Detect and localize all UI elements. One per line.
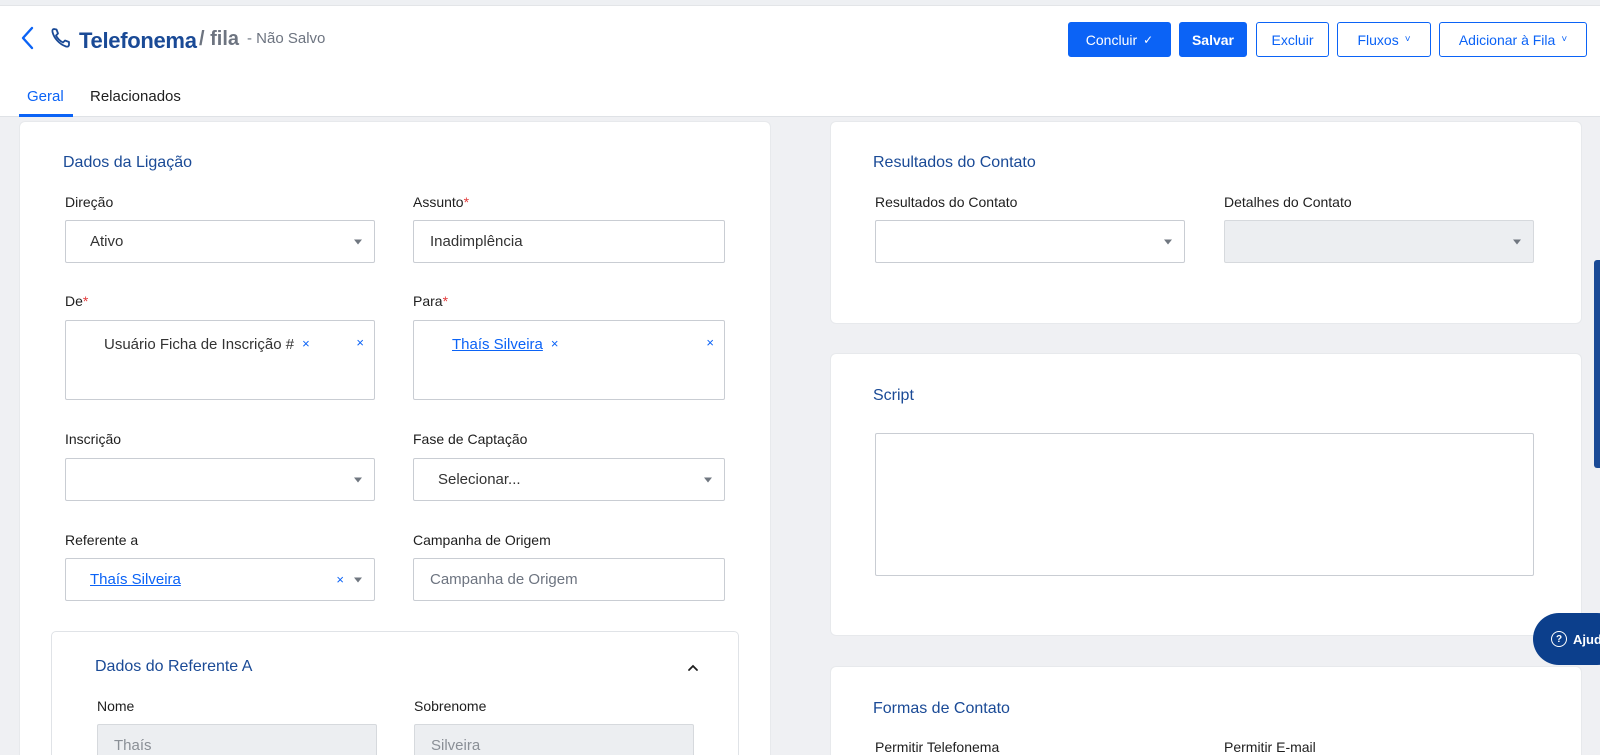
assunto-label: Assunto* [413,194,470,210]
remove-tag-icon[interactable]: × [302,336,310,351]
detalhes-label: Detalhes do Contato [1224,194,1352,210]
help-icon: ? [1551,631,1567,647]
concluir-button[interactable]: Concluir ✓ [1068,22,1171,57]
caret-down-icon [1513,239,1521,244]
section-title: Resultados do Contato [873,154,1036,171]
back-arrow-icon[interactable] [18,24,38,52]
fluxos-button[interactable]: Fluxos ˅ [1337,22,1431,57]
de-value: Usuário Ficha de Inscrição # [104,336,295,353]
script-card: Script [831,354,1581,635]
tab-relacionados[interactable]: Relacionados [90,79,181,117]
para-value[interactable]: Thaís Silveira [452,336,543,353]
inscricao-label: Inscrição [65,431,122,447]
direcao-select[interactable]: Ativo [65,220,375,263]
clear-icon[interactable]: × [336,572,344,587]
nome-value: Thaís [114,737,152,754]
page-title: Telefonema [79,28,197,53]
campanha-placeholder: Campanha de Origem [430,571,578,588]
campanha-input[interactable]: Campanha de Origem [413,558,725,601]
permitir-email-label: Permitir E-mail [1224,739,1316,755]
de-multiselect[interactable]: Usuário Ficha de Inscrição # × × [65,320,375,400]
fase-label: Fase de Captação [413,431,528,447]
excluir-button[interactable]: Excluir [1256,22,1329,57]
resultados-card: Resultados do Contato Resultados do Cont… [831,122,1581,323]
caret-down-icon [354,577,362,582]
referente-select[interactable]: Thaís Silveira × [65,558,375,601]
direcao-value: Ativo [90,233,124,250]
dados-ligacao-card: Dados da Ligação Direção Ativo Assunto* … [20,122,770,755]
resultados-select[interactable] [875,220,1185,263]
inscricao-select[interactable] [65,458,375,501]
sobrenome-value: Silveira [431,737,481,754]
page-header: Telefonema / fila - Não Salvo Concluir ✓… [0,6,1600,117]
resultados-label: Resultados do Contato [875,194,1018,210]
remove-tag-icon[interactable]: × [551,336,559,351]
fase-value: Selecionar... [438,471,521,488]
section-title: Formas de Contato [873,700,1010,717]
tab-geral[interactable]: Geral [19,79,73,117]
dados-referente-card: Dados do Referente A Nome Thaís Sobrenom… [51,631,739,755]
permitir-telefonema-label: Permitir Telefonema [875,739,1000,755]
excluir-label: Excluir [1271,31,1314,48]
caret-down-icon [1164,239,1172,244]
detalhes-select [1224,220,1534,263]
sobrenome-input: Silveira [414,724,694,755]
caret-down-icon [704,477,712,482]
section-title: Dados do Referente A [95,658,253,675]
section-title: Script [873,387,914,404]
clear-icon[interactable]: × [706,335,714,350]
adicionar-fila-button[interactable]: Adicionar à Fila ˅ [1439,22,1587,57]
section-title: Dados da Ligação [63,154,192,171]
salvar-label: Salvar [1191,31,1235,48]
assunto-value: Inadimplência [430,233,523,250]
save-status: - Não Salvo [247,30,326,47]
script-textarea[interactable] [875,433,1534,576]
side-panel-handle[interactable] [1594,260,1600,468]
chevron-down-icon: ˅ [1561,33,1568,45]
fluxos-label: Fluxos [1357,31,1399,48]
para-multiselect[interactable]: Thaís Silveira × × [413,320,725,400]
sobrenome-label: Sobrenome [414,698,487,714]
nome-label: Nome [97,698,135,714]
para-label: Para* [413,293,449,309]
salvar-button[interactable]: Salvar [1179,22,1247,57]
fase-select[interactable]: Selecionar... [413,458,725,501]
referente-value[interactable]: Thaís Silveira [90,571,181,588]
concluir-label: Concluir [1085,31,1138,48]
chevron-down-icon: ˅ [1404,33,1411,45]
caret-down-icon [354,239,362,244]
formas-contato-card: Formas de Contato Permitir Telefonema Pe… [831,667,1581,755]
help-label: Ajud [1573,631,1600,647]
adicionar-label: Adicionar à Fila [1458,31,1556,48]
clear-icon[interactable]: × [356,335,364,350]
page-subtitle: / fila [199,28,240,50]
caret-down-icon [354,477,362,482]
assunto-input[interactable]: Inadimplência [413,220,725,263]
nome-input: Thaís [97,724,377,755]
direcao-label: Direção [65,194,114,210]
de-label: De* [65,293,89,309]
help-button[interactable]: ? Ajud [1533,613,1600,665]
check-icon: ✓ [1143,32,1154,47]
chevron-up-icon[interactable] [687,661,699,673]
phone-icon [50,26,72,50]
referente-label: Referente a [65,532,139,548]
campanha-label: Campanha de Origem [413,532,551,548]
